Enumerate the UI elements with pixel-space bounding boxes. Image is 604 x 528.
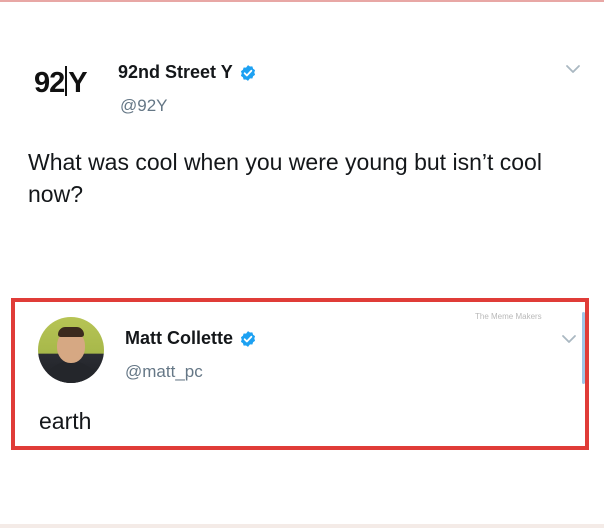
reply-handle[interactable]: @matt_pc	[125, 362, 203, 382]
main-tweet: 92 Y 92nd Street Y @92Y What was cool whe…	[0, 0, 604, 300]
logo-text-right: Y	[68, 67, 87, 99]
verified-badge-icon	[240, 64, 255, 81]
chevron-down-icon[interactable]	[565, 64, 581, 74]
highlighted-reply-tweet: The Meme Makers Matt Collette @matt_pc e…	[11, 298, 589, 450]
avatar-shoulders	[42, 361, 100, 383]
scrollbar-thumb[interactable]	[582, 312, 585, 384]
main-display-name[interactable]: 92nd Street Y	[118, 62, 257, 83]
avatar-hair	[58, 327, 84, 337]
92y-logo[interactable]: 92 Y	[34, 66, 88, 99]
display-name-text: Matt Collette	[125, 328, 233, 348]
bottom-divider	[0, 524, 604, 528]
display-name-text: 92nd Street Y	[118, 62, 233, 82]
verified-badge-icon	[240, 330, 256, 347]
watermark: The Meme Makers	[475, 312, 542, 321]
logo-bar	[65, 66, 68, 96]
reply-text: earth	[39, 408, 92, 434]
avatar[interactable]	[38, 317, 104, 383]
chevron-down-icon[interactable]	[561, 334, 577, 344]
main-handle[interactable]: @92Y	[120, 96, 168, 116]
logo-text-left: 92	[34, 67, 65, 99]
reply-display-name[interactable]: Matt Collette	[125, 328, 257, 349]
tweet-text: What was cool when you were young but is…	[28, 149, 542, 207]
